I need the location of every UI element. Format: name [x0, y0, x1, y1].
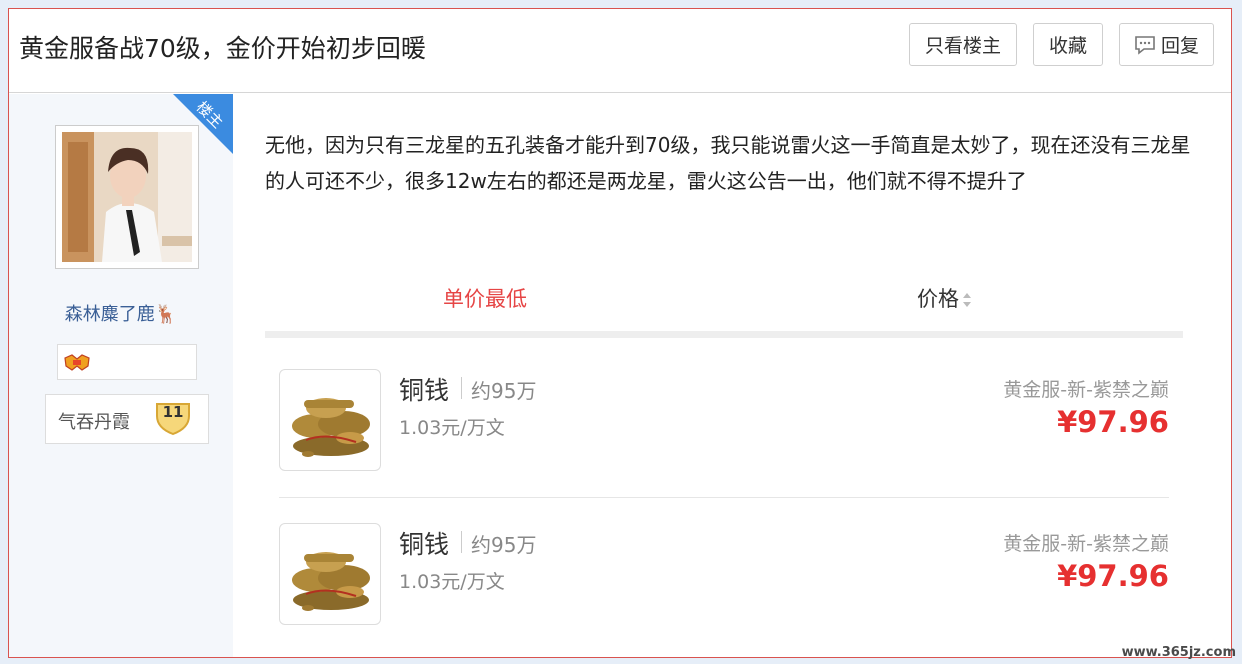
post-frame: 黄金服备战70级，金价开始初步回暖 只看楼主 收藏 回复 楼主 森林麋了鹿🦌 气…	[8, 8, 1232, 658]
avatar[interactable]	[62, 132, 192, 262]
medal-area	[57, 344, 197, 380]
avatar-frame[interactable]	[55, 125, 199, 269]
reply-button[interactable]: 回复	[1119, 23, 1214, 66]
item-unit-price: 1.03元/万文	[399, 571, 505, 593]
only-op-label: 只看楼主	[924, 35, 1001, 57]
copper-coins-icon	[292, 398, 370, 457]
tab-price-label[interactable]: 价格	[917, 287, 959, 311]
item-price: ¥97.96	[1057, 405, 1169, 439]
item-unit-price: 1.03元/万文	[399, 417, 505, 439]
item-price: ¥97.96	[1057, 559, 1169, 593]
username[interactable]: 森林麋了鹿🦌	[9, 300, 233, 326]
post-title: 黄金服备战70级，金价开始初步回暖	[19, 34, 426, 63]
sort-tabs: 单价最低 价格	[265, 269, 1183, 331]
listing-item[interactable]: 铜钱 约95万 1.03元/万文 黄金服-新-紫禁之巅 ¥97.96	[279, 523, 1169, 633]
item-quantity: 约95万	[471, 533, 537, 557]
handshake-medal-icon[interactable]	[64, 352, 90, 372]
listing-item[interactable]: 铜钱 约95万 1.03元/万文 黄金服-新-紫禁之巅 ¥97.96	[279, 369, 1169, 479]
sort-arrows-icon	[963, 293, 971, 307]
item-thumbnail[interactable]	[279, 523, 381, 625]
only-op-button[interactable]: 只看楼主	[909, 23, 1017, 66]
item-quantity: 约95万	[471, 379, 537, 403]
reply-label: 回复	[1160, 35, 1199, 57]
watermark: www.365jz.com	[1121, 645, 1236, 660]
copper-coins-icon	[292, 552, 370, 611]
level-name: 气吞丹霞	[58, 412, 130, 433]
comment-icon	[1135, 35, 1155, 55]
listing-separator	[279, 497, 1169, 498]
username-text[interactable]: 森林麋了鹿	[65, 304, 155, 325]
item-server: 黄金服-新-紫禁之巅	[1003, 379, 1169, 401]
item-server: 黄金服-新-紫禁之巅	[1003, 533, 1169, 555]
post-content: 无他，因为只有三龙星的五孔装备才能升到70级，我只能说雷火这一手简直是太妙了，现…	[265, 133, 1191, 193]
divider	[461, 377, 462, 399]
favorite-label: 收藏	[1048, 35, 1087, 57]
favorite-button[interactable]: 收藏	[1033, 23, 1103, 66]
divider	[461, 531, 462, 553]
author-sidebar: 楼主 森林麋了鹿🦌 气吞丹霞 11	[9, 94, 233, 657]
tabs-divider	[265, 331, 1183, 338]
item-thumbnail[interactable]	[279, 369, 381, 471]
deer-icon: 🦌	[154, 304, 178, 325]
post-header: 黄金服备战70级，金价开始初步回暖 只看楼主 收藏 回复	[9, 9, 1231, 93]
item-name: 铜钱	[399, 530, 450, 559]
item-name: 铜钱	[399, 376, 450, 405]
tab-price[interactable]: 价格	[917, 283, 972, 313]
level-number: 11	[162, 403, 184, 421]
level-area: 气吞丹霞 11	[45, 394, 209, 444]
tab-lowest-unit-price[interactable]: 单价最低	[443, 283, 527, 313]
